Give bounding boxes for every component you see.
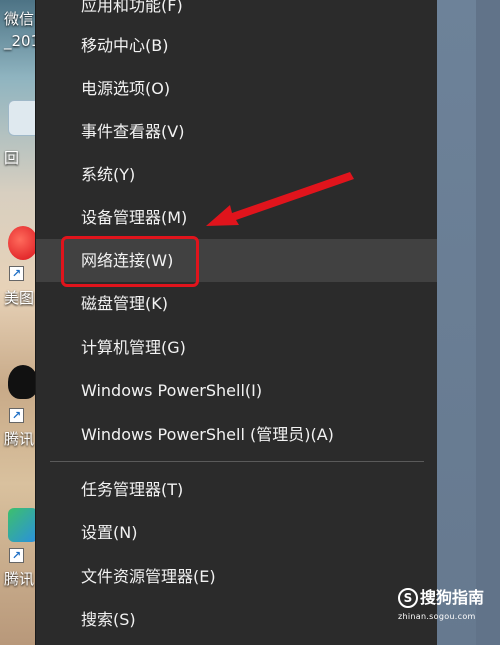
sogou-watermark: S 搜狗指南 zhinan.sogou.com bbox=[398, 586, 500, 626]
watermark-name: 搜狗指南 bbox=[420, 588, 485, 607]
sogou-logo-icon: S bbox=[398, 588, 418, 608]
watermark-url: zhinan.sogou.com bbox=[398, 612, 476, 621]
annotation-arrow-icon bbox=[206, 172, 354, 226]
